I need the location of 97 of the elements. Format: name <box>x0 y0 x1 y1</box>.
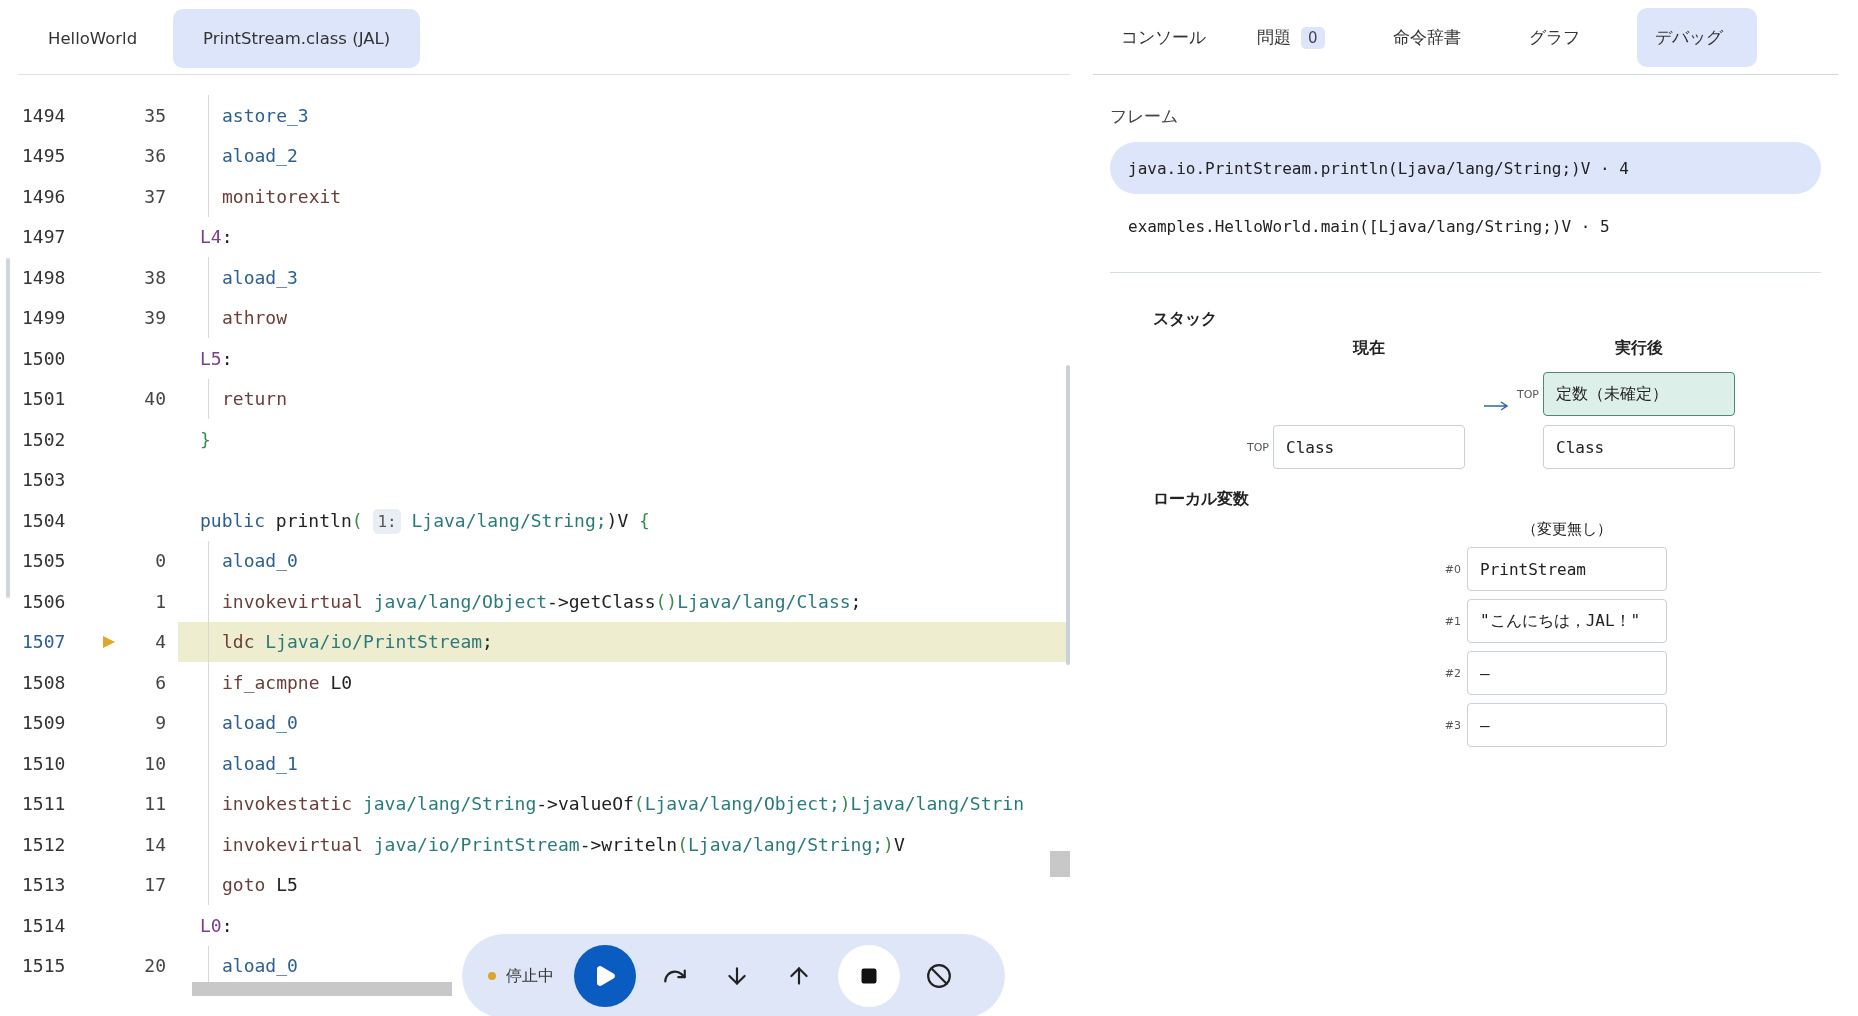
line-number: 1496 <box>21 185 67 207</box>
variable-index: #2 <box>1443 666 1461 680</box>
line-number: 1512 <box>21 833 67 855</box>
code-line: ldc Ljava/io/PrintStream; <box>222 631 493 653</box>
line-number: 1500 <box>21 347 67 369</box>
section-title: フレーム <box>1110 105 1179 128</box>
bytecode-offset: 36 <box>143 145 166 167</box>
scrollbar[interactable] <box>6 258 10 598</box>
column-heading: 実行後 <box>1614 338 1664 359</box>
bytecode-offset: 10 <box>143 752 166 774</box>
editor-tab[interactable]: PrintStream.class (JAL) <box>173 9 421 68</box>
bytecode-offset: 0 <box>154 550 166 572</box>
bytecode-offset: 17 <box>143 874 166 896</box>
bytecode-offset: 6 <box>154 671 166 693</box>
stack-entry: 定数（未確定） <box>1543 372 1735 416</box>
variable-index: #3 <box>1443 718 1461 732</box>
editor-tab[interactable]: HelloWorld <box>18 9 168 68</box>
code-line: return <box>222 388 288 410</box>
code-line: } <box>200 428 211 450</box>
bytecode-offset: 40 <box>143 388 166 410</box>
stack-entry: Class <box>1543 425 1735 469</box>
line-number: 1513 <box>21 874 67 896</box>
line-number: 1495 <box>21 145 67 167</box>
code-line: aload_0 <box>222 712 298 734</box>
line-number: 1497 <box>21 226 67 248</box>
variable-value: PrintStream <box>1467 547 1667 591</box>
section-title: ローカル変数 <box>1153 489 1250 510</box>
bytecode-offset: 9 <box>154 712 166 734</box>
line-number: 1494 <box>21 104 67 126</box>
count-badge: 0 <box>1301 26 1325 49</box>
bytecode-offset: 35 <box>143 104 166 126</box>
bytecode-offset: 39 <box>143 307 166 329</box>
variable-value: – <box>1467 651 1667 695</box>
code-line: aload_3 <box>222 266 298 288</box>
line-number: 1511 <box>21 793 67 815</box>
bytecode-offset: 4 <box>154 631 166 653</box>
line-number: 1503 <box>21 469 67 491</box>
panel-tab[interactable]: コンソール <box>1093 8 1229 67</box>
line-number: 1514 <box>21 914 67 936</box>
scrollbar[interactable] <box>192 982 452 996</box>
code-line: aload_1 <box>222 752 298 774</box>
code-line: L0: <box>200 914 233 936</box>
variable-index: #1 <box>1443 614 1461 628</box>
scrollbar[interactable] <box>1050 851 1070 877</box>
status-label: 停止中 <box>506 965 554 987</box>
bytecode-offset: 1 <box>154 590 166 612</box>
frame-item[interactable]: java.io.PrintStream.println(Ljava/lang/String;)V · 4 <box>1110 142 1821 194</box>
panel-tab[interactable]: 問題 0 <box>1229 8 1365 67</box>
code-line: aload_0 <box>222 955 298 977</box>
code-line: invokevirtual java/lang/Object->getClass()Ljava/lang/Class; <box>222 590 862 612</box>
code-line: public println( 1: Ljava/lang/String;)V { <box>200 509 650 531</box>
code-line: athrow <box>222 307 288 329</box>
line-number: 1510 <box>21 752 67 774</box>
variable-value: "こんにちは，JAL！" <box>1467 599 1667 643</box>
panel-tab[interactable]: グラフ <box>1501 8 1637 67</box>
column-heading: 現在 <box>1351 338 1386 359</box>
scrollbar[interactable] <box>1066 365 1070 665</box>
code-line: invokevirtual java/io/PrintStream->writeln(Ljava/lang/String;)V <box>222 833 905 855</box>
line-number: 1504 <box>21 509 67 531</box>
line-number: 1502 <box>21 428 67 450</box>
code-line: goto L5 <box>222 874 298 896</box>
line-number: 1509 <box>21 712 67 734</box>
stop-icon <box>860 967 878 985</box>
top-label: TOP <box>1247 440 1269 454</box>
code-line: L5: <box>200 347 233 369</box>
stack-entry: Class <box>1273 425 1465 469</box>
code-line: astore_3 <box>222 104 309 126</box>
code-line: L4: <box>200 226 233 248</box>
bytecode-offset: 11 <box>143 793 166 815</box>
line-number: 1505 <box>21 550 67 572</box>
no-change-note: （変更無し） <box>1521 520 1613 539</box>
variable-index: #0 <box>1443 562 1461 576</box>
current-line-icon <box>101 633 117 650</box>
bytecode-offset: 20 <box>143 955 166 977</box>
line-number: 1499 <box>21 307 67 329</box>
line-number: 1498 <box>21 266 67 288</box>
code-line: aload_0 <box>222 550 298 572</box>
top-label: TOP <box>1517 387 1539 401</box>
code-line: if_acmpne L0 <box>222 671 353 693</box>
panel-tab[interactable]: デバッグ <box>1637 8 1757 67</box>
section-title: スタック <box>1153 309 1218 330</box>
panel-tab[interactable]: 命令辞書 <box>1365 8 1501 67</box>
code-line: invokestatic java/lang/String->valueOf(Ljava/lang/Object;)Ljava/lang/Strin <box>222 793 1024 815</box>
variable-value: – <box>1467 703 1667 747</box>
bytecode-offset: 14 <box>143 833 166 855</box>
code-line: monitorexit <box>222 185 342 207</box>
bytecode-offset: 37 <box>143 185 166 207</box>
arrow-icon <box>1483 400 1509 412</box>
code-line: aload_2 <box>222 145 298 167</box>
line-number: 1507 <box>21 631 67 653</box>
line-number: 1515 <box>21 955 67 977</box>
line-number: 1506 <box>21 590 67 612</box>
line-number: 1501 <box>21 388 67 410</box>
slashed-circle-icon <box>926 963 952 989</box>
line-number: 1508 <box>21 671 67 693</box>
bytecode-offset: 38 <box>143 266 166 288</box>
frame-item[interactable]: examples.HelloWorld.main([Ljava/lang/String;)V · 5 <box>1110 200 1821 252</box>
